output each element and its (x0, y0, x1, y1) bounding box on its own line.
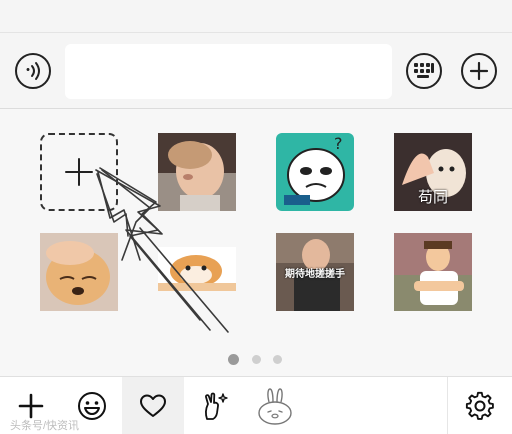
tab-favorites[interactable] (122, 377, 184, 434)
page-indicator (0, 352, 512, 366)
tab-bunny-stickers[interactable] (244, 377, 306, 434)
voice-button[interactable] (15, 53, 51, 89)
add-icon (18, 393, 44, 419)
sticker-shiba-plush[interactable] (158, 233, 236, 311)
top-strip (0, 0, 512, 33)
sparkle-hand-icon (205, 392, 228, 420)
sticker-image: ? (276, 133, 354, 211)
sticker-cartoon-man[interactable] (394, 233, 472, 311)
watermark-text: 头条号/快资讯 (10, 420, 80, 432)
chat-screen: ? 苟同 期待地搓搓手 头条号/快资讯 (0, 0, 512, 434)
keyboard-icon (414, 63, 434, 78)
sticker-image (40, 233, 118, 311)
page-dot-2[interactable] (252, 355, 261, 364)
sticker-panda-meme[interactable]: ? (276, 133, 354, 211)
sticker-tab-bar: 头条号/快资讯 (0, 376, 512, 434)
sticker-caption: 期待地搓搓手 (285, 269, 345, 280)
message-input[interactable] (65, 44, 392, 99)
chat-input-bar (0, 33, 512, 109)
settings-button[interactable] (448, 377, 512, 434)
page-dot-3[interactable] (273, 355, 282, 364)
svg-text:?: ? (334, 134, 343, 153)
sticker-image (158, 233, 236, 311)
sticker-image (158, 133, 236, 211)
more-button[interactable] (461, 53, 497, 89)
heart-icon (140, 394, 166, 417)
sticker-caption: 苟同 (417, 188, 448, 206)
sticker-kid-rubbing-hands[interactable]: 期待地搓搓手 (276, 233, 354, 311)
sticker-dog-head-pat[interactable] (40, 233, 118, 311)
add-sticker-tile[interactable] (40, 133, 118, 211)
emoji-icon (78, 392, 106, 420)
sticker-panel: ? 苟同 期待地搓搓手 (0, 110, 512, 376)
plus-circle-icon (469, 61, 489, 81)
plus-icon (65, 158, 93, 186)
voice-icon (26, 62, 40, 80)
tab-sparkle-hand[interactable] (184, 377, 244, 434)
sticker-image (394, 233, 472, 311)
keyboard-button[interactable] (406, 53, 442, 89)
gear-icon (465, 391, 494, 420)
sticker-baby-looking-up[interactable] (158, 133, 236, 211)
page-dot-1[interactable] (228, 354, 239, 365)
bunny-sticker-icon (258, 388, 292, 425)
sticker-cat-high-five[interactable]: 苟同 (394, 133, 472, 211)
